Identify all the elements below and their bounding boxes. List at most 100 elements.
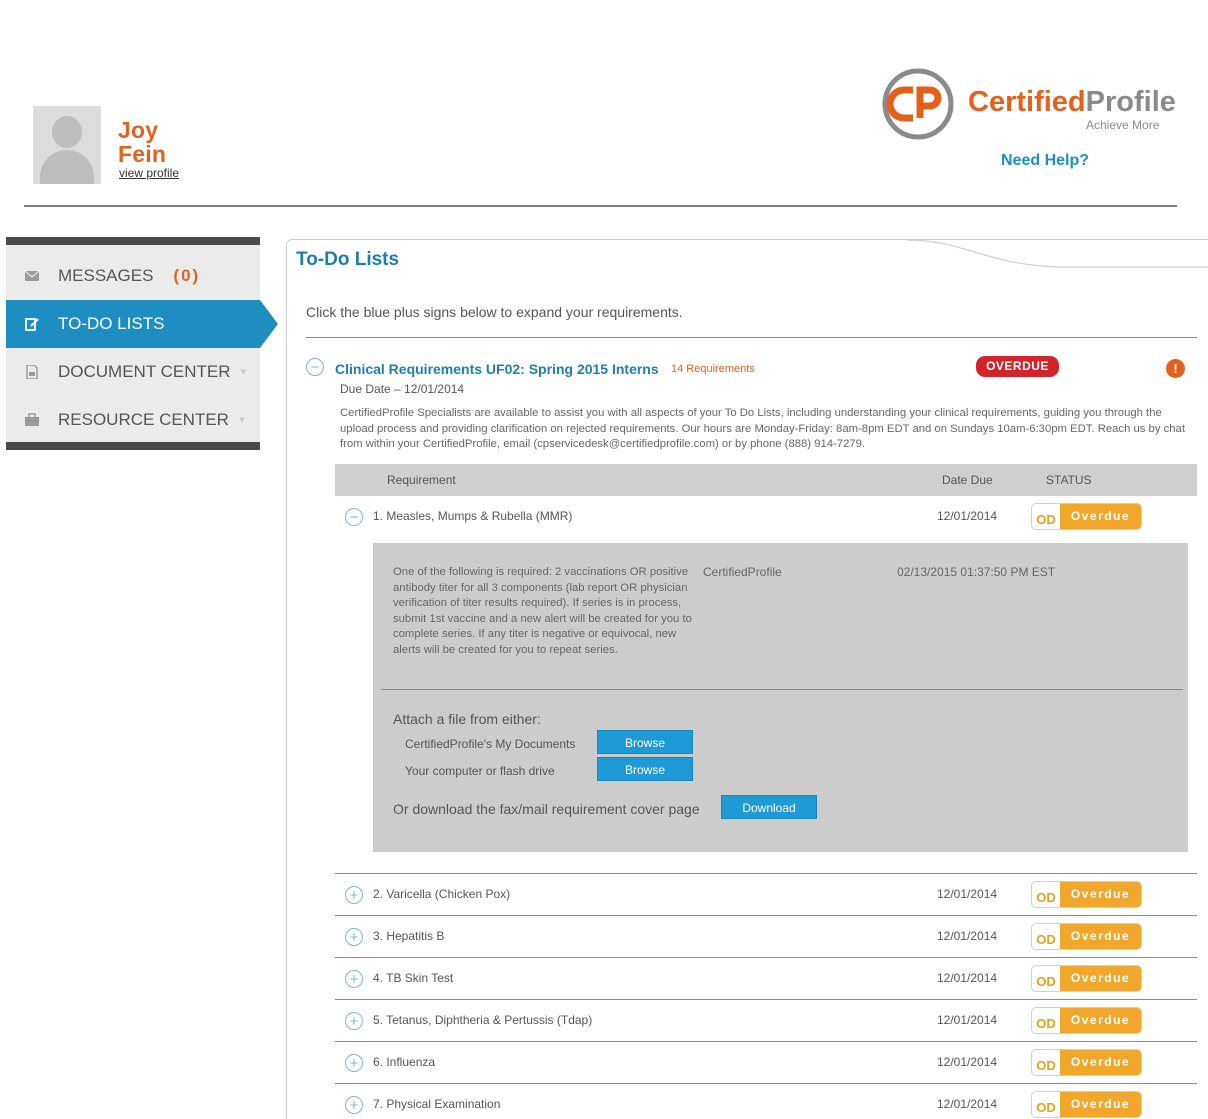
requirement-name: 1. Measles, Mumps & Rubella (MMR) <box>373 509 573 523</box>
requirement-date: 12/01/2014 <box>937 509 998 523</box>
requirement-detail-panel: One of the following is required: 2 vacc… <box>373 543 1188 852</box>
sidebar-item-document-center[interactable]: DOCUMENT CENTER ▼ <box>6 348 260 396</box>
table-row[interactable]: + 2. Varicella (Chicken Pox) 12/01/2014 … <box>335 873 1197 915</box>
attach-title: Attach a file from either: <box>393 711 541 727</box>
header-divider <box>24 205 1177 207</box>
avatar[interactable] <box>33 106 101 184</box>
envelope-icon <box>25 270 39 281</box>
requirement-name: 7. Physical Examination <box>373 1097 501 1111</box>
collapse-row-icon[interactable]: − <box>345 508 363 526</box>
expand-row-icon[interactable]: + <box>345 928 363 946</box>
brand-name-part2: Profile <box>1085 86 1176 118</box>
status-short: OD <box>1036 1058 1056 1073</box>
messages-count: (0) <box>173 266 201 285</box>
requirement-group-title[interactable]: Clinical Requirements UF02: Spring 2015 … <box>335 361 659 377</box>
brand-name-part1: Certified <box>968 86 1086 118</box>
panel-tab-curve <box>907 239 1208 268</box>
status-short: OD <box>1036 932 1056 947</box>
avatar-body-shape <box>40 150 94 184</box>
alert-icon[interactable]: ! <box>1166 359 1185 378</box>
status-label: Overdue <box>1060 504 1141 529</box>
requirement-name: 5. Tetanus, Diphtheria & Pertussis (Tdap… <box>373 1013 593 1027</box>
status-label: Overdue <box>1060 1008 1141 1033</box>
sidebar-item-todo-lists[interactable]: TO-DO LISTS <box>6 300 278 348</box>
status-badge: OD Overdue <box>1031 965 1142 992</box>
requirement-name: 2. Varicella (Chicken Pox) <box>373 887 511 901</box>
expand-row-icon[interactable]: + <box>345 1054 363 1072</box>
user-last-name: Fein <box>118 141 167 167</box>
status-label: Overdue <box>1060 966 1141 991</box>
edit-icon <box>25 318 39 331</box>
browse-computer-button[interactable]: Browse <box>597 757 693 781</box>
instructions-text: Click the blue plus signs below to expan… <box>306 304 683 320</box>
requirement-date: 12/01/2014 <box>937 1097 998 1111</box>
status-short: OD <box>1036 974 1056 989</box>
table-row[interactable]: + 5. Tetanus, Diphtheria & Pertussis (Td… <box>335 999 1197 1041</box>
status-label: Overdue <box>1060 882 1141 907</box>
view-profile-link[interactable]: view profile <box>119 166 179 180</box>
requirement-date: 12/01/2014 <box>937 887 998 901</box>
group-description: CertifiedProfile Specialists are availab… <box>340 407 1185 450</box>
divider <box>381 689 1183 690</box>
requirement-name: 4. TB Skin Test <box>373 971 454 985</box>
column-header-requirement: Requirement <box>387 473 456 487</box>
sidebar-item-label: TO-DO LISTS <box>58 314 165 333</box>
requirement-instructions: One of the following is required: 2 vacc… <box>393 566 692 656</box>
table-row[interactable]: + 7. Physical Examination 12/01/2014 OD … <box>335 1083 1197 1119</box>
sidebar-item-label: DOCUMENT CENTER <box>58 362 231 381</box>
group-due-date: Due Date – 12/01/2014 <box>340 382 465 396</box>
requirement-date: 12/01/2014 <box>937 929 998 943</box>
table-row[interactable]: + 6. Influenza 12/01/2014 OD Overdue <box>335 1041 1197 1083</box>
table-row[interactable]: + 3. Hepatitis B 12/01/2014 OD Overdue <box>335 915 1197 957</box>
requirements-table-header: Requirement Date Due STATUS <box>335 464 1197 496</box>
requirement-date: 12/01/2014 <box>937 1055 998 1069</box>
divider <box>306 337 1197 338</box>
todo-panel: To-Do Lists Click the blue plus signs be… <box>286 239 1208 1119</box>
status-badge: OD Overdue <box>1031 881 1142 908</box>
expand-row-icon[interactable]: + <box>345 1012 363 1030</box>
attach-option-label: CertifiedProfile's My Documents <box>405 737 576 751</box>
sidebar-item-messages[interactable]: MESSAGES (0) <box>6 252 260 300</box>
brand-tagline: Achieve More <box>1086 118 1160 132</box>
collapse-group-icon[interactable]: − <box>306 358 324 376</box>
sidebar-item-label: RESOURCE CENTER <box>58 410 229 429</box>
status-badge: OD Overdue <box>1031 503 1142 530</box>
requirement-name: 3. Hepatitis B <box>373 929 445 943</box>
status-badge: OD Overdue <box>1031 1049 1142 1076</box>
sidebar-nav: MESSAGES (0) TO-DO LISTS DOCUMENT CENTER… <box>6 237 278 450</box>
chevron-down-icon: ▼ <box>236 414 247 426</box>
status-short: OD <box>1036 890 1056 905</box>
table-row[interactable]: + 4. TB Skin Test 12/01/2014 OD Overdue <box>335 957 1197 999</box>
chevron-down-icon: ▼ <box>238 366 249 378</box>
requirement-date: 12/01/2014 <box>937 1013 998 1027</box>
expand-row-icon[interactable]: + <box>345 1096 363 1114</box>
status-badge: OD Overdue <box>1031 1091 1142 1118</box>
browse-my-documents-button[interactable]: Browse <box>597 730 693 754</box>
user-first-name: Joy <box>118 117 159 143</box>
status-label: Overdue <box>1060 1092 1141 1117</box>
status-short: OD <box>1036 512 1056 527</box>
certifiedprofile-logo-icon <box>882 68 954 140</box>
requirement-timestamp: 02/13/2015 01:37:50 PM EST <box>897 565 1056 579</box>
column-header-status: STATUS <box>1046 473 1092 487</box>
sidebar-item-resource-center[interactable]: RESOURCE CENTER ▼ <box>6 396 260 444</box>
status-label: Overdue <box>1060 924 1141 949</box>
requirement-date: 12/01/2014 <box>937 971 998 985</box>
need-help-link[interactable]: Need Help? <box>1001 152 1089 170</box>
briefcase-icon <box>25 413 39 426</box>
table-row[interactable]: − 1. Measles, Mumps & Rubella (MMR) 12/0… <box>335 496 1197 538</box>
column-header-date-due: Date Due <box>942 473 993 487</box>
avatar-head-shape <box>52 116 82 148</box>
document-icon <box>26 365 38 379</box>
attach-option-label: Your computer or flash drive <box>405 764 555 778</box>
status-short: OD <box>1036 1100 1056 1115</box>
requirement-source: CertifiedProfile <box>703 565 782 579</box>
download-button[interactable]: Download <box>721 795 817 819</box>
download-prompt: Or download the fax/mail requirement cov… <box>393 801 700 817</box>
expand-row-icon[interactable]: + <box>345 886 363 904</box>
status-short: OD <box>1036 1016 1056 1031</box>
requirement-count: 14 Requirements <box>671 363 755 375</box>
expand-row-icon[interactable]: + <box>345 970 363 988</box>
sidebar-item-label: MESSAGES <box>58 266 154 285</box>
status-badge: OD Overdue <box>1031 1007 1142 1034</box>
